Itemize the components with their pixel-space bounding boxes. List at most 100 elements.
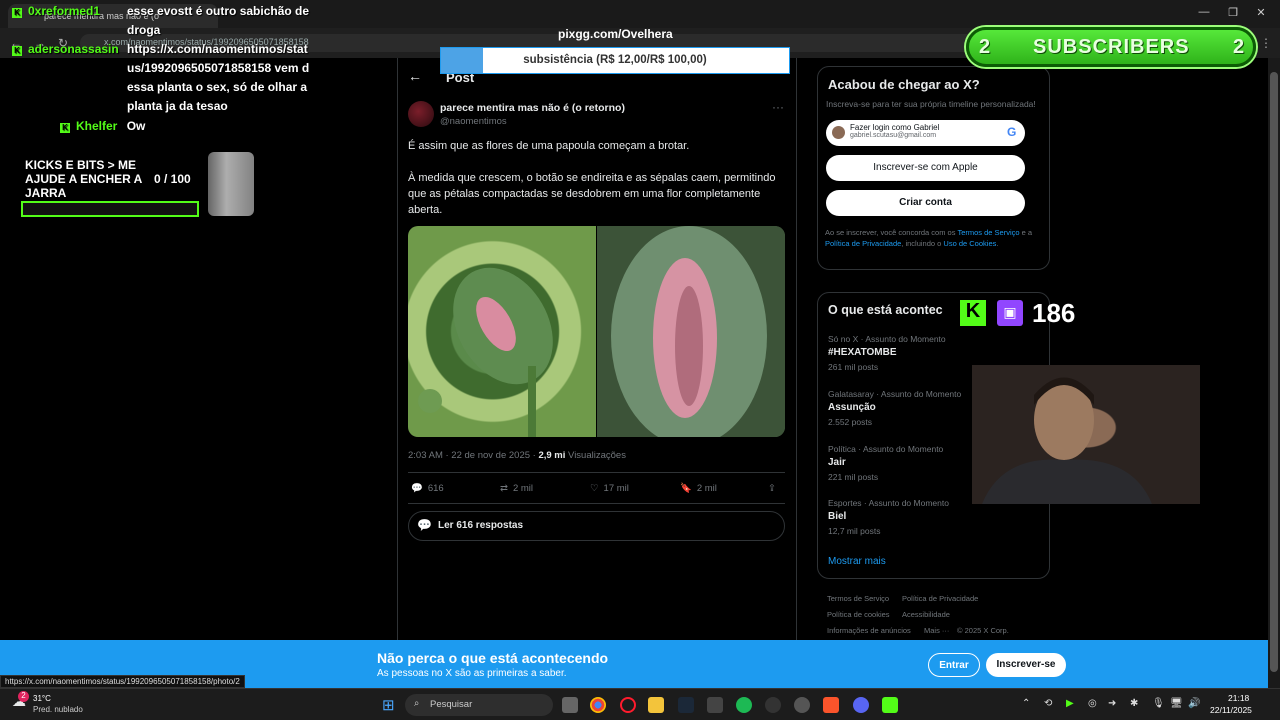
spotify-icon[interactable] xyxy=(736,697,752,713)
post-timestamp[interactable]: 2:03 AM · 22 de nov de 2025 · xyxy=(408,450,536,461)
trend-name[interactable]: Biel xyxy=(828,511,846,522)
weather-badge: 2 xyxy=(18,691,29,702)
apple-signup-button[interactable]: Inscrever-se com Apple xyxy=(826,155,1025,181)
folder-icon[interactable] xyxy=(648,697,664,713)
trend-name[interactable]: Assunção xyxy=(828,402,876,413)
subs-count-left: 2 xyxy=(979,36,992,58)
search-placeholder: Pesquisar xyxy=(430,699,473,710)
trend-name[interactable]: #HEXATOMBE xyxy=(828,347,897,358)
bluetooth-icon[interactable]: ✱ xyxy=(1130,698,1138,709)
show-more-link[interactable]: Mostrar mais xyxy=(828,556,886,567)
google-avatar xyxy=(832,126,845,139)
signup-subtitle: Inscreva-se para ter sua própria timelin… xyxy=(826,99,1036,109)
repost-button[interactable]: ⇄ 2 mil xyxy=(500,483,533,494)
chat-text: https://x.com/naomentimos/status/1992096… xyxy=(127,42,310,113)
more-icon[interactable]: ··· xyxy=(772,100,784,114)
apple-signup-label: Inscrever-se com Apple xyxy=(873,162,978,173)
chat-message: Kadersonassasin https://x.com/naomentimo… xyxy=(12,40,312,113)
banner-subtitle: As pessoas no X são as primeiras a saber… xyxy=(377,668,567,679)
tray-play-icon[interactable]: ▶ xyxy=(1066,698,1074,709)
minimize-icon[interactable]: — xyxy=(1193,6,1215,22)
create-account-button[interactable]: Criar conta xyxy=(826,190,1025,216)
footer-more-link[interactable]: Mais ··· xyxy=(924,626,949,635)
trend-posts: 12,7 mil posts xyxy=(828,526,881,536)
tray-app-icon[interactable]: ◎ xyxy=(1088,698,1097,709)
divider xyxy=(408,472,785,473)
app-icon[interactable] xyxy=(707,697,723,713)
pix-goal-label: subsistência (R$ 12,00/R$ 100,00) xyxy=(523,54,707,66)
back-arrow-icon[interactable]: ← xyxy=(408,68,422,84)
app-icon[interactable] xyxy=(794,697,810,713)
signup-button[interactable]: Inscrever-se xyxy=(986,653,1066,677)
post-text-1: É assim que as flores de uma papoula com… xyxy=(408,140,690,152)
signup-title: Acabou de chegar ao X? xyxy=(828,77,980,92)
speech-bubble-icon: 💬 xyxy=(417,518,432,532)
taskbar-search[interactable]: ⌕ Pesquisar xyxy=(405,694,553,716)
login-button[interactable]: Entrar xyxy=(928,653,980,677)
kick-logo-icon: K xyxy=(960,300,986,326)
chrome-icon[interactable] xyxy=(590,697,606,713)
like-button[interactable]: ♡ 17 mil xyxy=(590,483,629,494)
steam-icon[interactable] xyxy=(678,697,694,713)
discord-icon[interactable] xyxy=(853,697,869,713)
legal-text: , incluindo o xyxy=(901,239,944,248)
trend-posts: 221 mil posts xyxy=(828,472,879,482)
kick-icon[interactable] xyxy=(882,697,898,713)
footer-cookies-link[interactable]: Política de cookies xyxy=(827,610,890,619)
footer-copyright: © 2025 X Corp. xyxy=(957,626,1009,635)
trend-category: Galatasaray · Assunto do Momento xyxy=(828,389,962,399)
chat-username: 0xreformed1 xyxy=(28,4,101,18)
create-account-label: Criar conta xyxy=(899,197,952,208)
footer-privacy-link[interactable]: Política de Privacidade xyxy=(902,594,978,603)
bookmark-count: 2 mil xyxy=(696,483,717,494)
tray-chevron-icon[interactable]: ⌃ xyxy=(1022,698,1030,709)
trend-name[interactable]: Jair xyxy=(828,457,846,468)
search-icon: ⌕ xyxy=(414,698,420,709)
photo-1[interactable] xyxy=(408,226,596,437)
banner-title: Não perca o que está acontecendo xyxy=(377,650,609,666)
volume-icon[interactable]: 🔊 xyxy=(1188,698,1200,709)
terms-link[interactable]: Termos de Serviço xyxy=(957,228,1019,237)
photo-2[interactable] xyxy=(597,226,785,437)
network-icon[interactable]: 🖥 xyxy=(1170,698,1183,709)
windows-start-icon[interactable]: ⊞ xyxy=(382,696,395,714)
trend-posts: 2.552 posts xyxy=(828,417,872,427)
reply-icon: 💬 xyxy=(411,483,423,494)
taskbar: ☁ 2 31°C Pred. nublado ⊞ ⌕ Pesquisar ⌃ ⟲… xyxy=(0,688,1280,720)
signup-legal: Ao se inscrever, você concorda com os Te… xyxy=(825,227,1037,249)
trend-category: Política · Assunto do Momento xyxy=(828,444,944,454)
read-replies-button[interactable]: 💬 Ler 616 respostas xyxy=(408,511,785,541)
tray-sync-icon[interactable]: ⟲ xyxy=(1044,698,1052,709)
status-url: https://x.com/naomentimos/status/1992096… xyxy=(0,675,245,688)
privacy-link[interactable]: Política de Privacidade xyxy=(825,239,901,248)
google-login-button[interactable]: Fazer login como Gabriel gabriel.scutasu… xyxy=(826,120,1025,146)
app-icon[interactable] xyxy=(765,697,781,713)
reply-button[interactable]: 💬 616 xyxy=(411,483,444,494)
clock-date[interactable]: 22/11/2025 xyxy=(1210,705,1252,715)
chat-text: Ow xyxy=(126,119,146,133)
cookies-link[interactable]: Uso de Cookies xyxy=(943,239,996,248)
microphone-icon[interactable]: 🎙 xyxy=(1152,698,1165,709)
menu-icon[interactable]: ⋮ xyxy=(1260,36,1272,50)
page-scrollbar[interactable] xyxy=(1268,58,1280,688)
post-handle[interactable]: @naomentimos xyxy=(440,116,507,127)
task-view-icon[interactable] xyxy=(562,697,578,713)
share-button[interactable]: ⇪ xyxy=(768,483,776,494)
tray-arrow-icon[interactable]: ➜ xyxy=(1108,698,1116,709)
maximize-icon[interactable]: ❐ xyxy=(1222,6,1244,22)
reply-count: 616 xyxy=(427,483,444,494)
close-icon[interactable]: ✕ xyxy=(1250,6,1272,22)
avatar[interactable] xyxy=(408,101,434,127)
pix-goal-bar: subsistência (R$ 12,00/R$ 100,00) xyxy=(440,47,790,74)
footer-terms-link[interactable]: Termos de Serviço xyxy=(827,594,889,603)
clock-time[interactable]: 21:18 xyxy=(1228,693,1249,703)
scrollbar-thumb[interactable] xyxy=(1270,72,1278,672)
poppy-bud-image-1 xyxy=(418,267,553,437)
post-author[interactable]: parece mentira mas não é (o retorno) xyxy=(440,102,625,114)
share-icon: ⇪ xyxy=(768,483,776,494)
brave-icon[interactable] xyxy=(823,697,839,713)
footer-ads-link[interactable]: Informações de anúncios xyxy=(827,626,911,635)
opera-icon[interactable] xyxy=(620,697,636,713)
bookmark-button[interactable]: 🔖 2 mil xyxy=(680,483,717,494)
footer-accessibility-link[interactable]: Acessibilidade xyxy=(902,610,950,619)
